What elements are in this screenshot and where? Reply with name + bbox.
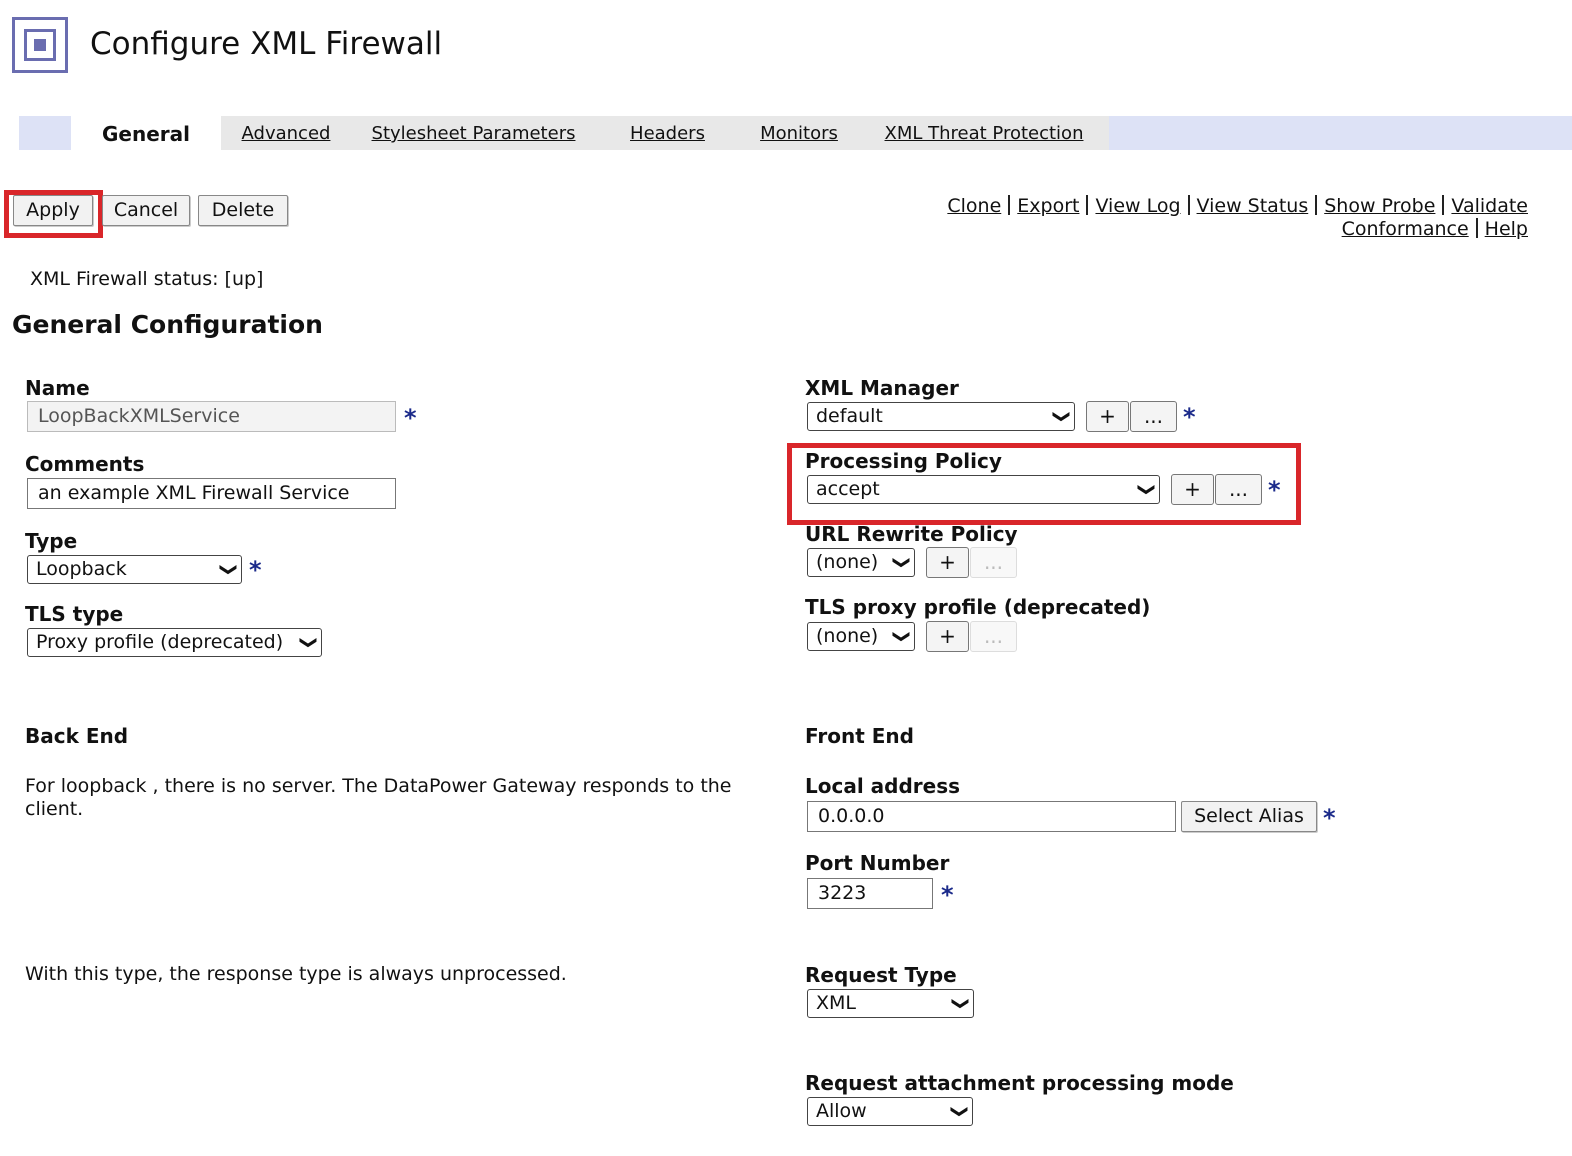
chevron-down-icon: ❯ xyxy=(891,629,912,644)
edit-processing-policy-button[interactable]: ... xyxy=(1215,474,1262,505)
processing-policy-label: Processing Policy xyxy=(805,449,1002,473)
required-marker: * xyxy=(941,881,954,909)
tls-proxy-select-value: (none) xyxy=(816,625,879,647)
url-rewrite-select[interactable]: (none) ❯ xyxy=(807,548,915,577)
validate-link[interactable]: Validate xyxy=(1451,195,1528,217)
xml-manager-select-value: default xyxy=(816,405,883,427)
chevron-down-icon: ❯ xyxy=(298,635,319,650)
chevron-down-icon: ❯ xyxy=(950,996,971,1011)
firewall-status: XML Firewall status: [up] xyxy=(30,268,264,290)
request-type-select-value: XML xyxy=(816,992,856,1014)
name-label: Name xyxy=(25,376,90,400)
app-logo-icon xyxy=(12,17,68,73)
required-marker: * xyxy=(1268,476,1281,504)
export-link[interactable]: Export xyxy=(1017,195,1079,217)
show-probe-link[interactable]: Show Probe xyxy=(1324,195,1435,217)
back-end-description: For loopback , there is no server. The D… xyxy=(25,775,732,820)
apply-button[interactable]: Apply xyxy=(13,195,93,226)
attachment-mode-select-value: Allow xyxy=(816,1100,867,1122)
front-end-label: Front End xyxy=(805,724,914,748)
tab-general[interactable]: General xyxy=(71,116,221,150)
attachment-mode-select[interactable]: Allow ❯ xyxy=(807,1097,973,1126)
port-number-field[interactable]: 3223 xyxy=(807,878,933,909)
required-marker: * xyxy=(249,556,262,584)
response-type-note: With this type, the response type is alw… xyxy=(25,963,567,985)
view-status-link[interactable]: View Status xyxy=(1197,195,1309,217)
tls-proxy-label: TLS proxy profile (deprecated) xyxy=(805,595,1151,619)
name-field[interactable]: LoopBackXMLService xyxy=(27,401,396,432)
tab-monitors[interactable]: Monitors xyxy=(739,116,859,150)
tls-type-select-value: Proxy profile (deprecated) xyxy=(36,631,284,653)
required-marker: * xyxy=(404,404,417,432)
local-address-label: Local address xyxy=(805,774,961,798)
clone-link[interactable]: Clone xyxy=(947,195,1001,217)
conformance-link[interactable]: Conformance xyxy=(1342,218,1469,240)
url-rewrite-select-value: (none) xyxy=(816,551,879,573)
tab-bar: General Advanced Stylesheet Parameters H… xyxy=(19,116,1572,150)
processing-policy-select-value: accept xyxy=(816,478,880,500)
local-address-field[interactable]: 0.0.0.0 xyxy=(807,801,1176,832)
chevron-down-icon: ❯ xyxy=(891,555,912,570)
edit-tls-proxy-button[interactable]: ... xyxy=(970,621,1017,652)
delete-button[interactable]: Delete xyxy=(198,195,288,226)
request-type-label: Request Type xyxy=(805,963,957,987)
required-marker: * xyxy=(1183,403,1196,431)
edit-xml-manager-button[interactable]: ... xyxy=(1130,401,1177,432)
add-processing-policy-button[interactable]: + xyxy=(1171,474,1214,505)
tab-headers[interactable]: Headers xyxy=(596,116,739,150)
view-log-link[interactable]: View Log xyxy=(1095,195,1180,217)
comments-field[interactable]: an example XML Firewall Service xyxy=(27,478,396,509)
comments-label: Comments xyxy=(25,452,145,476)
edit-url-rewrite-button[interactable]: ... xyxy=(970,547,1017,578)
port-number-label: Port Number xyxy=(805,851,950,875)
add-xml-manager-button[interactable]: + xyxy=(1086,401,1129,432)
xml-manager-select[interactable]: default ❯ xyxy=(807,402,1075,431)
required-marker: * xyxy=(1323,804,1336,832)
chevron-down-icon: ❯ xyxy=(1051,409,1072,424)
section-title: General Configuration xyxy=(12,310,323,339)
chevron-down-icon: ❯ xyxy=(218,562,239,577)
attachment-mode-label: Request attachment processing mode xyxy=(805,1071,1234,1095)
tab-stylesheet-parameters[interactable]: Stylesheet Parameters xyxy=(351,116,596,150)
cancel-button[interactable]: Cancel xyxy=(102,195,190,226)
chevron-down-icon: ❯ xyxy=(949,1104,970,1119)
processing-policy-select[interactable]: accept ❯ xyxy=(807,475,1160,504)
add-tls-proxy-button[interactable]: + xyxy=(926,621,969,652)
tls-type-label: TLS type xyxy=(25,602,124,626)
tls-type-select[interactable]: Proxy profile (deprecated) ❯ xyxy=(27,628,322,657)
url-rewrite-label: URL Rewrite Policy xyxy=(805,522,1018,546)
type-select-value: Loopback xyxy=(36,558,127,580)
action-links: Clone Export View Log View Status Show Probe… xyxy=(888,195,1528,241)
add-url-rewrite-button[interactable]: + xyxy=(926,547,969,578)
tab-advanced[interactable]: Advanced xyxy=(221,116,351,150)
type-select[interactable]: Loopback ❯ xyxy=(27,555,242,584)
back-end-label: Back End xyxy=(25,724,129,748)
chevron-down-icon: ❯ xyxy=(1136,482,1157,497)
page-title: Configure XML Firewall xyxy=(90,26,443,62)
type-label: Type xyxy=(25,529,78,553)
help-link[interactable]: Help xyxy=(1485,218,1528,240)
tab-xml-threat-protection[interactable]: XML Threat Protection xyxy=(859,116,1109,150)
select-alias-button[interactable]: Select Alias xyxy=(1181,801,1317,832)
request-type-select[interactable]: XML ❯ xyxy=(807,989,974,1018)
xml-manager-label: XML Manager xyxy=(805,376,959,400)
tls-proxy-select[interactable]: (none) ❯ xyxy=(807,622,915,651)
